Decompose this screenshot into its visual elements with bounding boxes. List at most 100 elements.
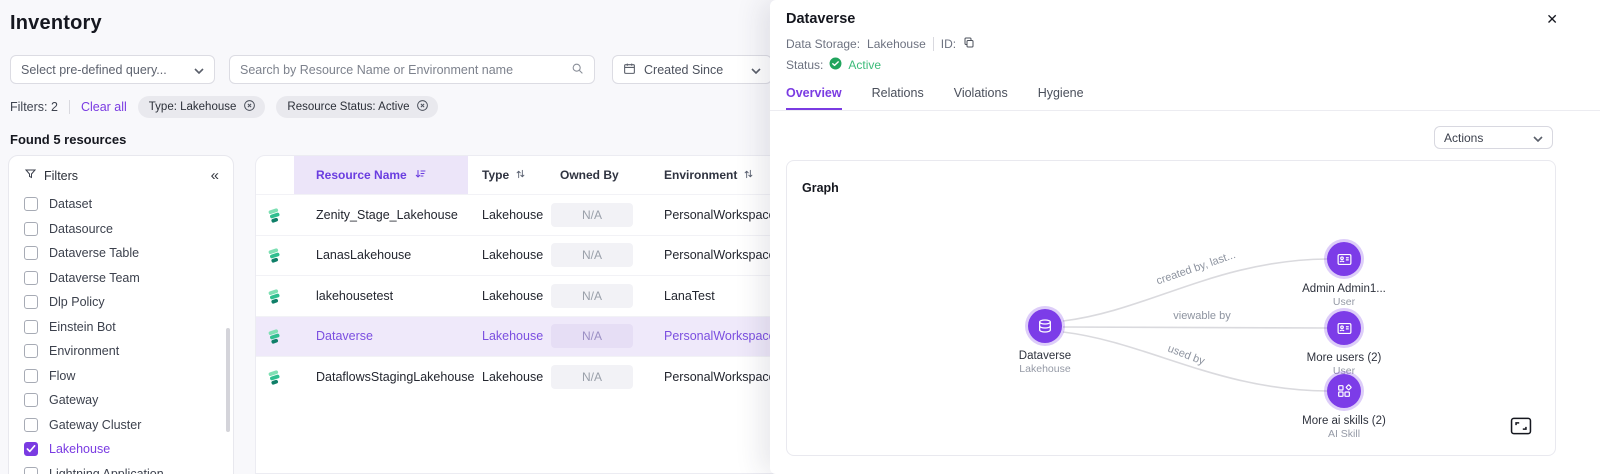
cell-type: Lakehouse: [468, 248, 544, 262]
na-badge: N/A: [551, 203, 633, 227]
cell-type: Lakehouse: [468, 329, 544, 343]
checkbox[interactable]: [24, 467, 38, 474]
filter-option-dlp-policy[interactable]: Dlp Policy: [9, 290, 233, 315]
filter-option-dataverse-table[interactable]: Dataverse Table: [9, 241, 233, 266]
filter-option-label: Dataverse Team: [49, 271, 140, 285]
checkbox[interactable]: [24, 344, 38, 358]
node-sublabel: AI Skill: [1328, 428, 1360, 440]
checkbox[interactable]: [24, 418, 38, 432]
page-title: Inventory: [10, 12, 102, 35]
filters-title: Filters: [44, 169, 78, 183]
column-header-type[interactable]: Type: [468, 168, 544, 183]
tab-hygiene[interactable]: Hygiene: [1038, 86, 1084, 111]
filter-option-flow[interactable]: Flow: [9, 364, 233, 389]
status-badge: Active: [848, 58, 881, 72]
filter-option-einstein-bot[interactable]: Einstein Bot: [9, 315, 233, 340]
node-label: More ai skills (2): [1302, 415, 1386, 427]
filter-option-dataverse-team[interactable]: Dataverse Team: [9, 266, 233, 291]
panel-tabs: Overview Relations Violations Hygiene: [786, 86, 1084, 111]
created-since-select[interactable]: Created Since: [612, 55, 772, 84]
checkbox[interactable]: [24, 197, 38, 211]
chevron-down-icon: [751, 63, 761, 77]
checkbox[interactable]: [24, 271, 38, 285]
column-header-owned-by[interactable]: Owned By: [544, 168, 649, 182]
filter-option-gateway-cluster[interactable]: Gateway Cluster: [9, 413, 233, 438]
inventory-app: Inventory Select pre-defined query... Cr…: [0, 0, 1600, 474]
cell-owned-by: N/A: [544, 203, 649, 227]
filter-chip-label: Resource Status: Active: [287, 101, 409, 113]
tab-relations[interactable]: Relations: [872, 86, 924, 111]
clear-all-filters-button[interactable]: Clear all: [81, 100, 127, 114]
column-label: Owned By: [560, 168, 619, 182]
graph-node-admin[interactable]: Admin Admin1... User: [1274, 242, 1414, 308]
filter-option-label: Dataverse Table: [49, 246, 139, 260]
filter-funnel-icon: [24, 168, 37, 183]
column-label: Resource Name: [316, 168, 407, 182]
filter-option-lightning-application[interactable]: Lightning Application: [9, 462, 233, 474]
panel-status-row: Status: Active: [786, 57, 881, 73]
filter-option-label: Dataset: [49, 197, 92, 211]
graph-node-more-ai-skills[interactable]: More ai skills (2) AI Skill: [1274, 374, 1414, 440]
filters-header: Filters «: [9, 156, 233, 192]
tab-violations[interactable]: Violations: [954, 86, 1008, 111]
checkbox[interactable]: [24, 320, 38, 334]
filter-option-label: Gateway: [49, 393, 98, 407]
cell-resource-name: lakehousetest: [294, 276, 468, 316]
filter-option-label: Gateway Cluster: [49, 418, 141, 432]
remove-filter-icon[interactable]: [416, 99, 429, 115]
filter-option-label: Lakehouse: [49, 442, 110, 456]
panel-meta-row: Data Storage: Lakehouse ID:: [786, 36, 975, 52]
filter-option-environment[interactable]: Environment: [9, 339, 233, 364]
fullscreen-graph-button[interactable]: [1510, 417, 1532, 435]
chevron-down-icon: [1533, 131, 1543, 145]
node-sublabel: Lakehouse: [1019, 363, 1070, 375]
checkbox[interactable]: [24, 246, 38, 260]
cell-type: Lakehouse: [468, 289, 544, 303]
sort-descending-icon[interactable]: [414, 168, 427, 183]
actions-dropdown[interactable]: Actions: [1434, 126, 1553, 149]
column-header-resource-name[interactable]: Resource Name: [294, 156, 468, 194]
node-label: Dataverse: [1019, 350, 1071, 362]
sort-both-icon[interactable]: [515, 168, 526, 183]
filter-option-gateway[interactable]: Gateway: [9, 388, 233, 413]
filter-option-datasource[interactable]: Datasource: [9, 217, 233, 242]
cell-resource-name: LanasLakehouse: [294, 236, 468, 276]
filter-option-lakehouse[interactable]: Lakehouse: [9, 437, 233, 462]
resource-search: [229, 55, 595, 84]
search-icon: [571, 62, 584, 78]
sort-both-icon[interactable]: [743, 168, 754, 183]
na-badge: N/A: [551, 243, 633, 267]
user-card-icon: [1327, 311, 1361, 345]
node-label: More users (2): [1307, 352, 1382, 364]
chevron-down-icon: [194, 63, 204, 77]
data-storage-value: Lakehouse: [867, 37, 926, 51]
checkbox[interactable]: [24, 369, 38, 383]
filters-count: Filters: 2: [10, 100, 58, 114]
lakehouse-resource-icon: [256, 368, 294, 386]
cell-owned-by: N/A: [544, 284, 649, 308]
search-input[interactable]: [240, 63, 563, 77]
checkbox[interactable]: [24, 222, 38, 236]
graph-edges: created by, last... viewable by used by: [787, 161, 1557, 457]
lakehouse-resource-icon: [256, 287, 294, 305]
cell-owned-by: N/A: [544, 324, 649, 348]
graph-node-dataverse[interactable]: Dataverse Lakehouse: [975, 309, 1115, 375]
checkbox[interactable]: [24, 295, 38, 309]
predefined-query-select[interactable]: Select pre-defined query...: [10, 55, 215, 84]
collapse-sidebar-icon[interactable]: «: [211, 168, 219, 183]
sidebar-scrollbar[interactable]: [226, 328, 230, 432]
copy-id-icon[interactable]: [963, 36, 975, 52]
na-badge: N/A: [551, 365, 633, 389]
calendar-icon: [623, 62, 636, 78]
na-badge: N/A: [551, 324, 633, 348]
filter-option-dataset[interactable]: Dataset: [9, 192, 233, 217]
graph-node-more-users[interactable]: More users (2) User: [1274, 311, 1414, 377]
checkbox[interactable]: [24, 393, 38, 407]
resource-detail-panel: ✕ Dataverse Data Storage: Lakehouse ID: …: [770, 0, 1600, 474]
checkbox-checked[interactable]: [24, 442, 38, 456]
close-panel-button[interactable]: ✕: [1546, 12, 1558, 26]
cell-resource-name: DataflowsStagingLakehouse: [294, 357, 468, 397]
edge-label: viewable by: [1173, 310, 1231, 322]
tab-overview[interactable]: Overview: [786, 86, 842, 111]
remove-filter-icon[interactable]: [243, 99, 256, 115]
